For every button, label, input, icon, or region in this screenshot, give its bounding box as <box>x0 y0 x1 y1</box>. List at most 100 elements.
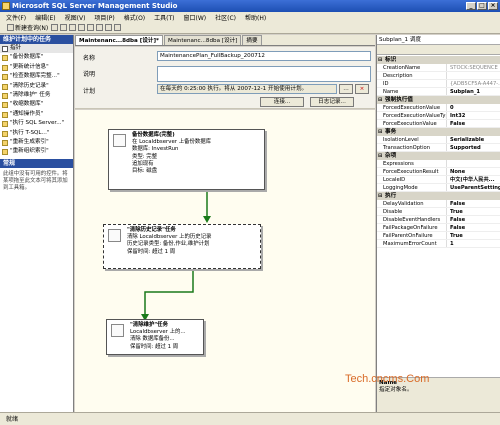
property-row[interactable]: DelayValidation False <box>377 200 500 208</box>
tab-summary[interactable]: 摘要 <box>242 35 262 45</box>
property-row[interactable]: ID {ADB5CF5A-A447-... <box>377 80 500 88</box>
property-value[interactable]: STOCK:SEQUENCE <box>447 64 500 71</box>
tab-design-active[interactable]: Maintenanc...8dba [设计]* <box>75 35 163 45</box>
design-canvas[interactable]: 备份数据库(完整) 在 Localdbserver 上备份数据库 数据库: In… <box>75 110 375 412</box>
menu-project[interactable]: 项目(P) <box>94 13 114 22</box>
menu-file[interactable]: 文件(F) <box>6 13 26 22</box>
tool-execute-agent-job[interactable]: "执行 SQL Server..." <box>0 119 73 128</box>
close-button[interactable]: × <box>488 2 498 10</box>
connections-button[interactable]: 连接... <box>260 97 304 107</box>
property-row[interactable]: ForceExecutionResult None <box>377 168 500 176</box>
tab-design[interactable]: Maintenanc...8dba [设计] <box>164 35 242 45</box>
property-row[interactable]: MaximumErrorCount 1 <box>377 240 500 248</box>
property-row[interactable]: IsolationLevel Serializable <box>377 136 500 144</box>
undo-icon[interactable] <box>105 24 113 31</box>
property-category[interactable]: 杂项 <box>377 152 500 160</box>
tool-notify-operator[interactable]: "通知操作员" <box>0 110 73 119</box>
schedule-remove-button[interactable]: × <box>355 84 369 94</box>
tool-execute-tsql[interactable]: "执行 T-SQL..." <box>0 129 73 138</box>
task-icon <box>2 121 8 128</box>
property-value[interactable]: True <box>447 208 500 215</box>
property-row[interactable]: Expressions <box>377 160 500 168</box>
property-row[interactable]: LocaleID 中文(中华人民共... <box>377 176 500 184</box>
task-backup-database[interactable]: 备份数据库(完整) 在 Localdbserver 上备份数据库 数据库: In… <box>108 129 265 190</box>
logging-button[interactable]: 日志记录... <box>310 97 354 107</box>
copy-icon[interactable] <box>87 24 95 31</box>
tool-update-statistics[interactable]: "更新统计信息" <box>0 63 73 72</box>
maximize-button[interactable]: □ <box>477 2 487 10</box>
property-value[interactable] <box>447 160 500 167</box>
schedule-edit-button[interactable]: … <box>339 84 353 94</box>
menu-edit[interactable]: 编辑(E) <box>35 13 55 22</box>
property-row[interactable]: Description <box>377 72 500 80</box>
open-icon[interactable] <box>51 24 59 31</box>
tool-reorganize-index[interactable]: "重新组织索引" <box>0 147 73 156</box>
tool-shrink-database[interactable]: "收缩数据库" <box>0 100 73 109</box>
task-icon <box>2 149 8 156</box>
minimize-button[interactable]: _ <box>466 2 476 10</box>
name-label: 名称 <box>83 55 96 62</box>
property-row[interactable]: FailPackageOnFailure False <box>377 224 500 232</box>
tool-pointer[interactable]: 指针 <box>0 44 73 54</box>
task-history-cleanup[interactable]: "清除历史记录"任务 清除 Localdbserver 上的历史记录 历史记录类… <box>103 224 261 269</box>
new-query-button[interactable]: 新建查询(N) <box>4 23 50 33</box>
save-icon[interactable] <box>60 24 68 31</box>
save-all-icon[interactable] <box>69 24 77 31</box>
property-category[interactable]: 事务 <box>377 128 500 136</box>
menu-view[interactable]: 视图(V) <box>65 13 86 22</box>
paste-icon[interactable] <box>96 24 104 31</box>
menu-tools[interactable]: 工具(T) <box>154 13 174 22</box>
property-name: LocaleID <box>377 176 447 183</box>
task-line: 类型: 完整 <box>132 153 158 160</box>
property-value[interactable]: 0 <box>447 104 500 111</box>
property-value[interactable]: 1 <box>447 240 500 247</box>
property-value[interactable]: UseParentSetting <box>447 184 500 191</box>
tool-history-cleanup[interactable]: "清除历史记录" <box>0 82 73 91</box>
property-row[interactable]: CreationName STOCK:SEQUENCE <box>377 64 500 72</box>
property-value[interactable]: False <box>447 216 500 223</box>
property-value[interactable]: {ADB5CF5A-A447-... <box>447 80 500 87</box>
property-row[interactable]: DisableEventHandlers False <box>377 216 500 224</box>
tool-maintenance-cleanup[interactable]: "清除维护" 任务 <box>0 91 73 100</box>
name-field[interactable]: MaintenancePlan_FullBackup_200712 <box>157 51 371 61</box>
property-row[interactable]: FailParentOnFailure True <box>377 232 500 240</box>
property-row[interactable]: Name Subplan_1 <box>377 88 500 96</box>
property-value[interactable]: Subplan_1 <box>447 88 500 95</box>
cut-icon[interactable] <box>78 24 86 31</box>
menu-help[interactable]: 帮助(H) <box>245 13 266 22</box>
property-value[interactable]: None <box>447 168 500 175</box>
tool-check-integrity[interactable]: "检查数据库完整..." <box>0 72 73 81</box>
property-category[interactable]: 标识 <box>377 56 500 64</box>
tool-rebuild-index[interactable]: "重新生成索引" <box>0 138 73 147</box>
menu-format[interactable]: 格式(O) <box>124 13 145 22</box>
property-value[interactable]: False <box>447 224 500 231</box>
app-icon <box>2 2 10 10</box>
property-value[interactable]: False <box>447 120 500 127</box>
status-bar: 就绪 <box>0 412 500 425</box>
object-selector[interactable]: Subplan_1 调度 <box>377 35 500 45</box>
property-value[interactable]: True <box>447 232 500 239</box>
property-name: Name <box>377 88 447 95</box>
property-value[interactable]: False <box>447 200 500 207</box>
property-row[interactable]: TransactionOption Supported <box>377 144 500 152</box>
menu-window[interactable]: 窗口(W) <box>184 13 207 22</box>
property-value[interactable] <box>447 72 500 79</box>
property-row[interactable]: Disable True <box>377 208 500 216</box>
property-value[interactable]: Supported <box>447 144 500 151</box>
menu-community[interactable]: 社区(C) <box>215 13 236 22</box>
task-maintenance-cleanup[interactable]: "清除维护"任务 Localdbserver 上的... 清除 数据库备份...… <box>106 319 204 355</box>
property-row[interactable]: ForcedExecutionValueType Int32 <box>377 112 500 120</box>
tool-backup-database[interactable]: "备份数据库" <box>0 53 73 62</box>
redo-icon[interactable] <box>114 24 122 31</box>
property-category[interactable]: 执行 <box>377 192 500 200</box>
property-value[interactable]: Int32 <box>447 112 500 119</box>
property-row[interactable]: ForceExecutionValue False <box>377 120 500 128</box>
property-row[interactable]: ForcedExecutionValue 0 <box>377 104 500 112</box>
property-category[interactable]: 强制执行值 <box>377 96 500 104</box>
property-value[interactable]: 中文(中华人民共... <box>447 176 500 183</box>
task-line: 保留时间: 超过 1 周 <box>130 343 179 350</box>
property-row[interactable]: LoggingMode UseParentSetting <box>377 184 500 192</box>
description-field[interactable] <box>157 66 371 82</box>
toolbar: 新建查询(N) <box>0 22 500 34</box>
property-value[interactable]: Serializable <box>447 136 500 143</box>
